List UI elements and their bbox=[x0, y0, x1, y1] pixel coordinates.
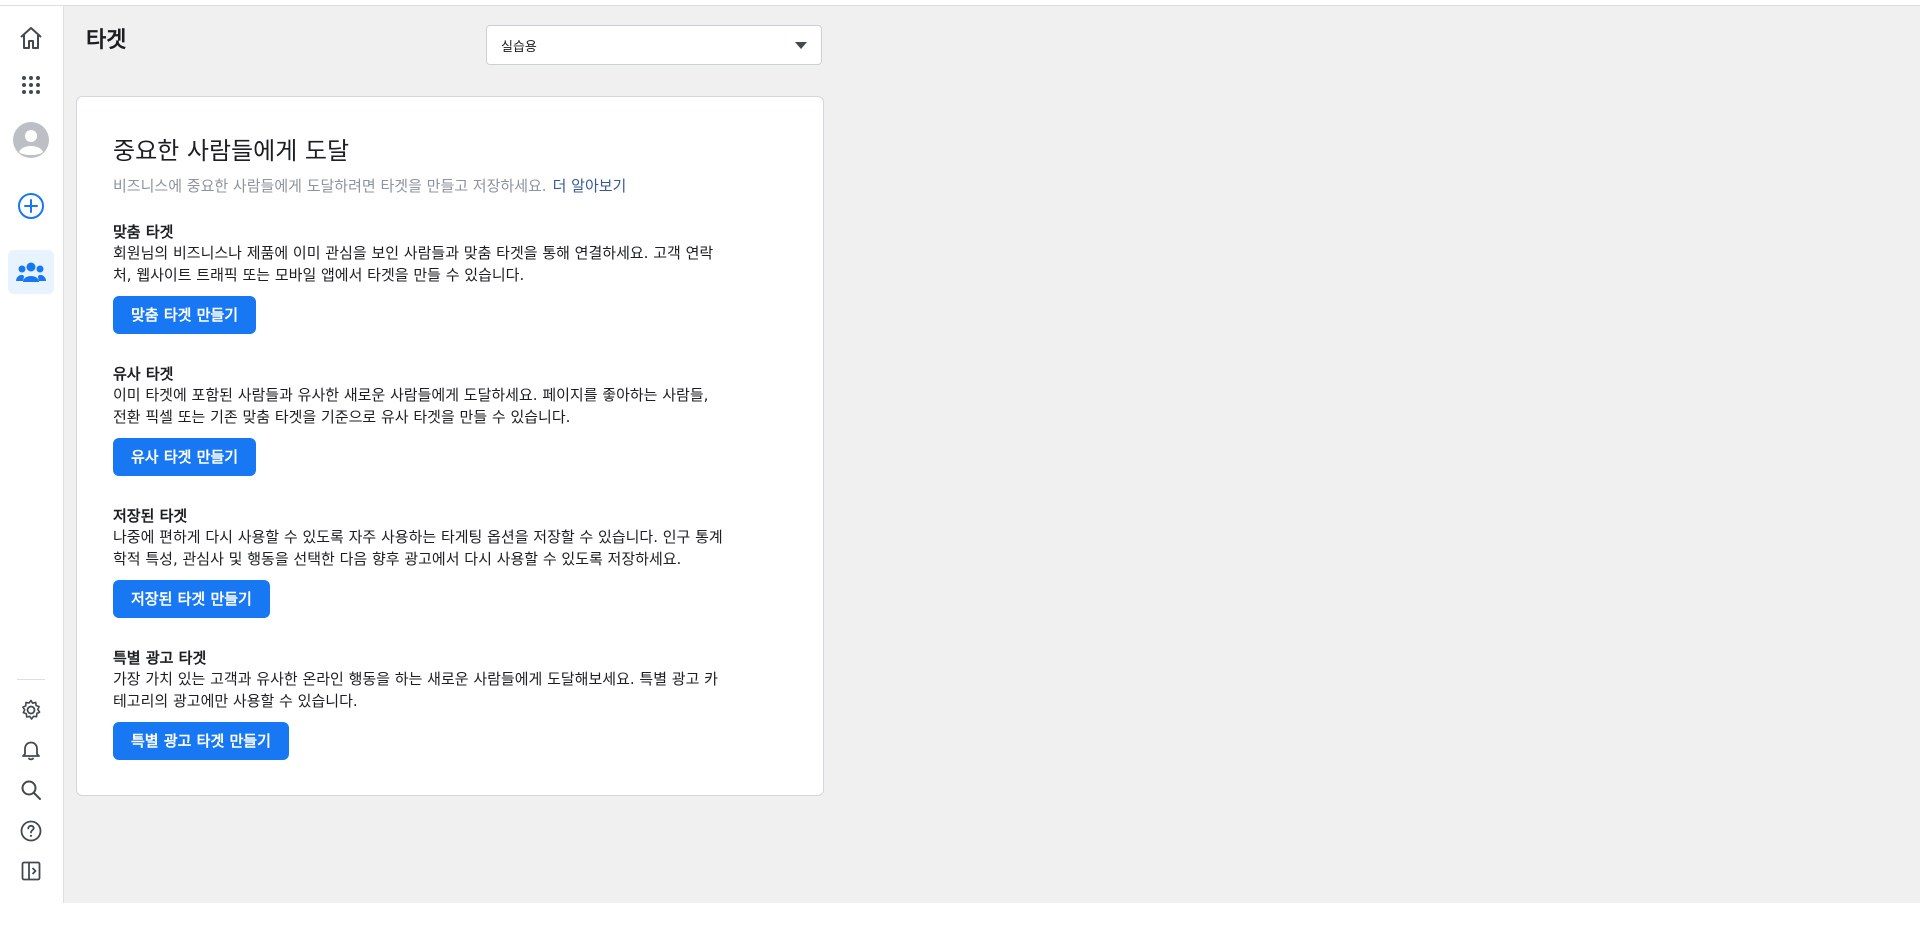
all-tools-icon bbox=[22, 76, 40, 94]
saved-audience-section: 저장된 타겟 나중에 편하게 다시 사용할 수 있도록 자주 사용하는 타게팅 … bbox=[113, 506, 793, 618]
section-heading: 저장된 타겟 bbox=[113, 507, 188, 525]
search-button[interactable] bbox=[8, 768, 54, 812]
section-heading: 유사 타겟 bbox=[113, 365, 174, 383]
card-subtitle: 비즈니스에 중요한 사람들에게 도달하려면 타겟을 만들고 저장하세요. 더 알아… bbox=[113, 175, 626, 196]
left-sidebar bbox=[0, 6, 64, 903]
lookalike-audience-section: 유사 타겟 이미 타겟에 포함된 사람들과 유사한 새로운 사람들에게 도달하세… bbox=[113, 364, 793, 476]
settings-button[interactable] bbox=[8, 688, 54, 732]
help-icon bbox=[20, 820, 42, 842]
sidebar-divider bbox=[17, 679, 45, 680]
bottom-strip bbox=[0, 903, 1920, 945]
account-avatar-button[interactable] bbox=[8, 118, 54, 162]
page-title: 타겟 bbox=[86, 28, 127, 53]
main-content: 타겟 실습용 중요한 사람들에게 도달 비즈니스에 중요한 사람들에게 도달하려… bbox=[64, 6, 1920, 903]
caret-down-icon bbox=[795, 41, 807, 49]
section-description-line: 이미 타겟에 포함된 사람들과 유사한 새로운 사람들에게 도달하세요. 페이지… bbox=[113, 386, 709, 404]
card-subtitle-text: 비즈니스에 중요한 사람들에게 도달하려면 타겟을 만들고 저장하세요. bbox=[113, 177, 547, 195]
create-icon bbox=[18, 193, 44, 219]
ad-account-dropdown[interactable]: 실습용 bbox=[486, 25, 822, 65]
collapse-panel-icon bbox=[21, 861, 41, 881]
home-icon bbox=[20, 27, 42, 49]
learn-more-link[interactable]: 더 알아보기 bbox=[553, 177, 627, 195]
audiences-nav-button[interactable] bbox=[8, 250, 54, 294]
avatar bbox=[13, 122, 49, 158]
help-button[interactable] bbox=[8, 809, 54, 853]
create-custom-audience-button[interactable]: 맞춤 타겟 만들기 bbox=[113, 296, 257, 334]
section-description-line: 가장 가치 있는 고객과 유사한 온라인 행동을 하는 새로운 사람들에게 도달… bbox=[113, 670, 718, 688]
section-heading: 맞춤 타겟 bbox=[113, 223, 174, 241]
custom-audience-section: 맞춤 타겟 회원님의 비즈니스나 제품에 이미 관심을 보인 사람들과 맞춤 타… bbox=[113, 222, 793, 334]
card-title: 중요한 사람들에게 도달 bbox=[113, 137, 350, 165]
section-description-line: 전환 픽셀 또는 기존 맞춤 타겟을 기준으로 유사 타겟을 만들 수 있습니다… bbox=[113, 408, 571, 426]
section-description-line: 처, 웹사이트 트래픽 또는 모바일 앱에서 타겟을 만들 수 있습니다. bbox=[113, 266, 525, 284]
section-description-line: 학적 특성, 관심사 및 행동을 선택한 다음 향후 광고에서 다시 사용할 수… bbox=[113, 550, 682, 568]
collapse-panel-button[interactable] bbox=[8, 849, 54, 893]
create-special-ad-audience-button[interactable]: 특별 광고 타겟 만들기 bbox=[113, 722, 289, 760]
create-lookalike-audience-button[interactable]: 유사 타겟 만들기 bbox=[113, 438, 257, 476]
create-saved-audience-button[interactable]: 저장된 타겟 만들기 bbox=[113, 580, 270, 618]
audiences-icon bbox=[16, 262, 46, 282]
create-button[interactable] bbox=[8, 184, 54, 228]
audience-card: 중요한 사람들에게 도달 비즈니스에 중요한 사람들에게 도달하려면 타겟을 만… bbox=[76, 96, 824, 796]
special-ad-audience-section: 특별 광고 타겟 가장 가치 있는 고객과 유사한 온라인 행동을 하는 새로운… bbox=[113, 648, 793, 760]
section-description-line: 나중에 편하게 다시 사용할 수 있도록 자주 사용하는 타게팅 옵션을 저장할… bbox=[113, 528, 723, 546]
section-description-line: 회원님의 비즈니스나 제품에 이미 관심을 보인 사람들과 맞춤 타겟을 통해 … bbox=[113, 244, 714, 262]
search-icon bbox=[21, 780, 41, 800]
notifications-icon bbox=[22, 741, 40, 761]
ad-account-selected-value: 실습용 bbox=[501, 39, 537, 55]
all-tools-button[interactable] bbox=[8, 63, 54, 107]
settings-icon bbox=[22, 699, 41, 720]
home-button[interactable] bbox=[8, 16, 54, 60]
section-heading: 특별 광고 타겟 bbox=[113, 649, 207, 667]
notifications-button[interactable] bbox=[8, 728, 54, 772]
section-description-line: 테고리의 광고에만 사용할 수 있습니다. bbox=[113, 692, 358, 710]
